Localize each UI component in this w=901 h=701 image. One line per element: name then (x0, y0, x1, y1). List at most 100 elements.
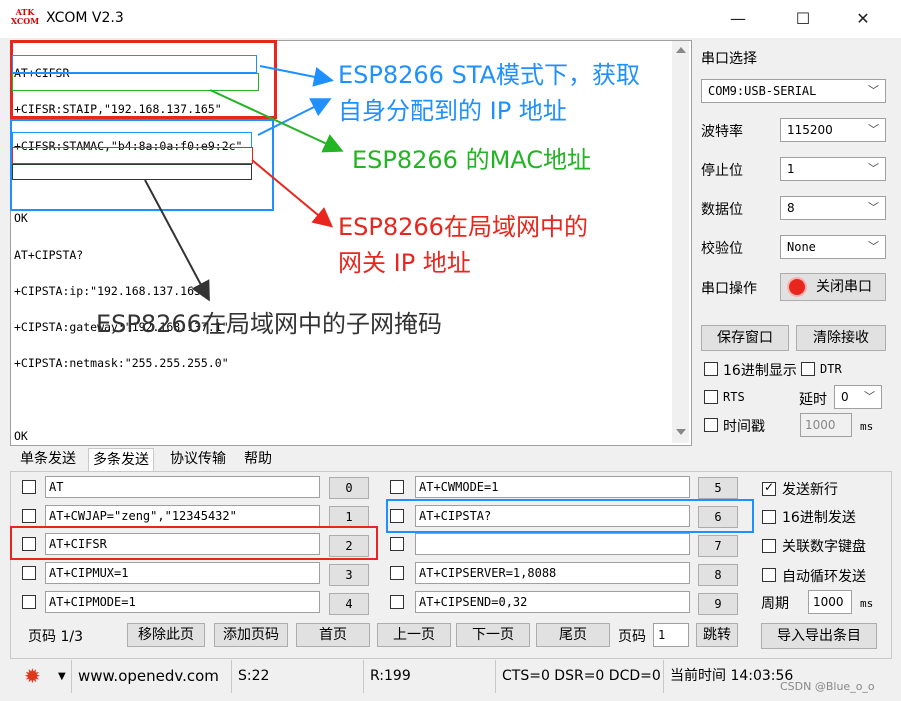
annotation-sta-ip-line2: 自身分配到的 IP 地址 (338, 97, 567, 125)
send-row-button[interactable]: 4 (329, 593, 369, 615)
close-port-button[interactable]: 关闭串口 (780, 273, 886, 301)
send-row-checkbox[interactable] (390, 537, 404, 551)
send-row-input[interactable]: AT+CIPSERVER=1,8088 (415, 562, 690, 584)
rts-label: RTS (723, 390, 745, 404)
baud-select[interactable]: 115200 ﹀ (780, 118, 886, 142)
annotation-gateway-line2: 网关 IP 地址 (338, 249, 471, 277)
send-row-button[interactable]: 1 (329, 506, 369, 528)
stopbits-label: 停止位 (701, 163, 743, 179)
import-export-button[interactable]: 导入导出条目 (761, 623, 877, 649)
send-row-input[interactable]: AT+CWMODE=1 (415, 476, 690, 498)
status-url[interactable]: www.openedv.com (72, 660, 232, 693)
link-numpad-label: 关联数字键盘 (782, 539, 866, 555)
caret-down-icon[interactable]: ▼ (58, 660, 66, 693)
send-row-input[interactable] (415, 533, 690, 555)
add-page-button[interactable]: 添加页码 (214, 623, 288, 647)
period-label: 周期 (761, 596, 789, 612)
chevron-down-icon: ﹀ (868, 123, 879, 136)
period-input[interactable]: 1000 (808, 590, 852, 614)
send-row-button[interactable]: 5 (698, 477, 738, 499)
status-led-icon (789, 279, 805, 295)
chevron-down-icon: ﹀ (868, 84, 879, 97)
timestamp-input[interactable]: 1000 (800, 413, 852, 437)
save-window-button[interactable]: 保存窗口 (701, 325, 789, 351)
send-row-checkbox[interactable] (390, 480, 404, 494)
send-tabs: 单条发送 多条发送 协议传输 帮助 (10, 448, 890, 472)
send-row-checkbox[interactable] (22, 566, 36, 580)
hex-send-label: 16进制发送 (782, 510, 856, 526)
port-select[interactable]: COM9:USB-SERIAL ﹀ (701, 79, 886, 103)
gear-icon[interactable]: ✹ (24, 660, 41, 693)
hex-display-label: 16进制显示 (723, 363, 797, 379)
next-page-button[interactable]: 下一页 (456, 623, 530, 647)
link-numpad-checkbox[interactable] (762, 539, 776, 553)
parity-label: 校验位 (701, 241, 743, 257)
databits-label: 数据位 (701, 202, 743, 218)
send-row-input[interactable]: AT (45, 476, 320, 498)
serial-select-label: 串口选择 (701, 51, 757, 67)
auto-loop-label: 自动循环发送 (782, 569, 866, 585)
checkmark-icon: ✓ (764, 480, 775, 494)
clear-receive-button[interactable]: 清除接收 (796, 325, 886, 351)
watermark: CSDN @Blue_o_o (780, 680, 875, 693)
first-page-button[interactable]: 首页 (296, 623, 370, 647)
annotation-netmask: ESP8266在局域网中的子网掩码 (96, 310, 442, 338)
send-row-checkbox[interactable] (22, 595, 36, 609)
send-newline-label: 发送新行 (782, 482, 838, 498)
annotation-gateway-line1: ESP8266在局域网中的 (338, 213, 588, 241)
period-unit: ms (860, 597, 874, 610)
tab-protocol[interactable]: 协议传输 (166, 448, 230, 471)
delay-label: 延时 (799, 392, 827, 408)
page-indicator: 页码 1/3 (28, 629, 83, 645)
send-row-input[interactable]: AT+CIPMUX=1 (45, 562, 320, 584)
timestamp-label: 时间戳 (723, 419, 765, 435)
send-row-input[interactable]: AT+CIPMODE=1 (45, 591, 320, 613)
hex-send-checkbox[interactable] (762, 510, 776, 524)
annotation-sta-ip-line1: ESP8266 STA模式下，获取 (338, 61, 641, 89)
page-input[interactable]: 1 (653, 623, 689, 647)
send-row-checkbox[interactable] (390, 595, 404, 609)
send-row-button[interactable]: 3 (329, 564, 369, 586)
send-row-checkbox[interactable] (22, 509, 36, 523)
settings-cell[interactable]: ✹ ▼ (10, 660, 72, 693)
stopbits-select[interactable]: 1 ﹀ (780, 157, 886, 181)
send-row-button[interactable]: 7 (698, 535, 738, 557)
send-row-input[interactable]: AT+CWJAP="zeng","12345432" (45, 505, 320, 527)
send-newline-checkbox[interactable]: ✓ (762, 480, 776, 496)
status-sent-count: S:22 (232, 660, 364, 693)
send-row-button[interactable]: 0 (329, 477, 369, 499)
remove-page-button[interactable]: 移除此页 (127, 623, 205, 647)
chevron-down-icon: ﹀ (864, 390, 875, 403)
last-page-button[interactable]: 尾页 (536, 623, 610, 647)
databits-select[interactable]: 8 ﹀ (780, 196, 886, 220)
send-row-button[interactable]: 9 (698, 593, 738, 615)
chevron-down-icon: ﹀ (868, 201, 879, 214)
tab-multi-send[interactable]: 多条发送 (88, 448, 154, 472)
dtr-checkbox[interactable] (801, 362, 815, 376)
send-row-checkbox[interactable] (390, 566, 404, 580)
timestamp-checkbox[interactable] (704, 418, 718, 432)
chevron-down-icon: ﹀ (868, 162, 879, 175)
dtr-label: DTR (820, 362, 842, 376)
chevron-down-icon: ﹀ (868, 240, 879, 253)
port-op-label: 串口操作 (701, 281, 757, 297)
tab-help[interactable]: 帮助 (240, 448, 276, 471)
send-row-button[interactable]: 8 (698, 564, 738, 586)
delay-select[interactable]: 0 ﹀ (834, 385, 882, 409)
status-bar: ✹ ▼ www.openedv.com S:22 R:199 CTS=0 DSR… (10, 660, 890, 693)
tab-single-send[interactable]: 单条发送 (16, 448, 80, 471)
status-recv-count: R:199 (364, 660, 496, 693)
highlight-box-send-cifsr (10, 526, 378, 560)
parity-select[interactable]: None ﹀ (780, 235, 886, 259)
hex-display-checkbox[interactable] (704, 362, 718, 376)
baud-label: 波特率 (701, 124, 743, 140)
highlight-box-send-cipsta (386, 499, 754, 533)
rts-checkbox[interactable] (704, 390, 718, 404)
prev-page-button[interactable]: 上一页 (377, 623, 451, 647)
send-row-input[interactable]: AT+CIPSEND=0,32 (415, 591, 690, 613)
send-row-checkbox[interactable] (22, 480, 36, 494)
jump-button[interactable]: 跳转 (696, 623, 738, 647)
timestamp-unit: ms (860, 420, 874, 433)
annotation-mac: ESP8266 的MAC地址 (352, 146, 592, 174)
auto-loop-checkbox[interactable] (762, 568, 776, 582)
